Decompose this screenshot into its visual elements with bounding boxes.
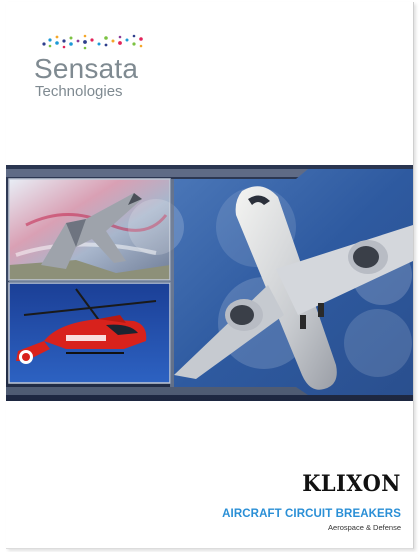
logo-name: Sensata <box>34 53 139 84</box>
market-segment-label: Aerospace & Defense <box>328 523 401 532</box>
logo-dot <box>83 34 87 38</box>
logo-dot <box>111 39 115 43</box>
logo-dot <box>83 40 87 44</box>
photo-band <box>6 165 413 401</box>
logo-dot <box>69 36 73 40</box>
logo-dot <box>104 36 108 40</box>
product-title: AIRCRAFT CIRCUIT BREAKERS <box>222 508 401 520</box>
logo-dot <box>118 35 122 39</box>
sensata-logo: Sensata Technologies <box>30 26 160 106</box>
logo-dot <box>132 34 136 38</box>
logo-dot <box>76 39 80 43</box>
logo-dot <box>132 42 136 46</box>
logo-dot <box>139 37 143 41</box>
brochure-cover: Sensata Technologies KLIXON AIRCRAFT CIR… <box>6 2 414 549</box>
logo-dot <box>48 38 52 42</box>
logo-dot <box>83 46 87 50</box>
helicopter-photo <box>8 282 171 384</box>
photo-band-graphic <box>6 165 413 401</box>
logo-dot <box>48 44 52 48</box>
logo-dot <box>139 44 143 48</box>
klixon-brand-title: KLIXON <box>302 471 401 497</box>
logo-dot <box>69 42 73 46</box>
logo-dot <box>42 42 46 46</box>
logo-dot <box>55 35 59 39</box>
logo-dot <box>104 43 108 47</box>
logo-dot <box>118 41 122 45</box>
logo-dot <box>125 38 129 42</box>
logo-dot <box>62 39 66 43</box>
logo-subtitle: Technologies <box>35 83 123 100</box>
logo-dot <box>55 41 59 45</box>
logo-dot-pattern <box>42 34 143 50</box>
logo-dot <box>97 42 101 46</box>
logo-dot <box>90 38 94 42</box>
logo-dot <box>62 45 66 49</box>
